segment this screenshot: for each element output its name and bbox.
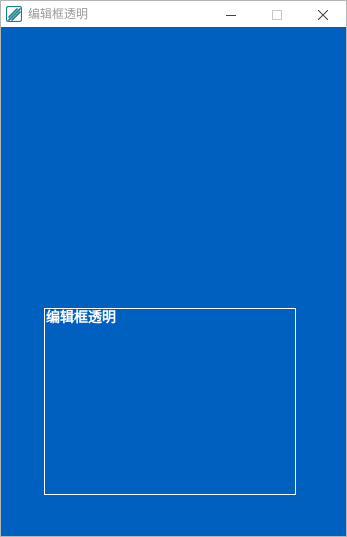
minimize-button[interactable] (208, 1, 254, 27)
transparent-edit-box[interactable]: 编辑框透明 (44, 308, 296, 495)
app-icon (5, 5, 23, 23)
window-title: 编辑框透明 (28, 7, 89, 21)
client-area: 编辑框透明 (1, 27, 346, 536)
maximize-button[interactable] (254, 1, 300, 27)
maximize-icon (272, 5, 282, 24)
minimize-icon (226, 5, 236, 24)
close-icon (317, 5, 329, 24)
title-bar[interactable]: 编辑框透明 (1, 1, 346, 27)
edit-box-text: 编辑框透明 (46, 310, 116, 326)
close-button[interactable] (300, 1, 346, 27)
app-window: 编辑框透明 编辑框透明 (0, 0, 347, 537)
